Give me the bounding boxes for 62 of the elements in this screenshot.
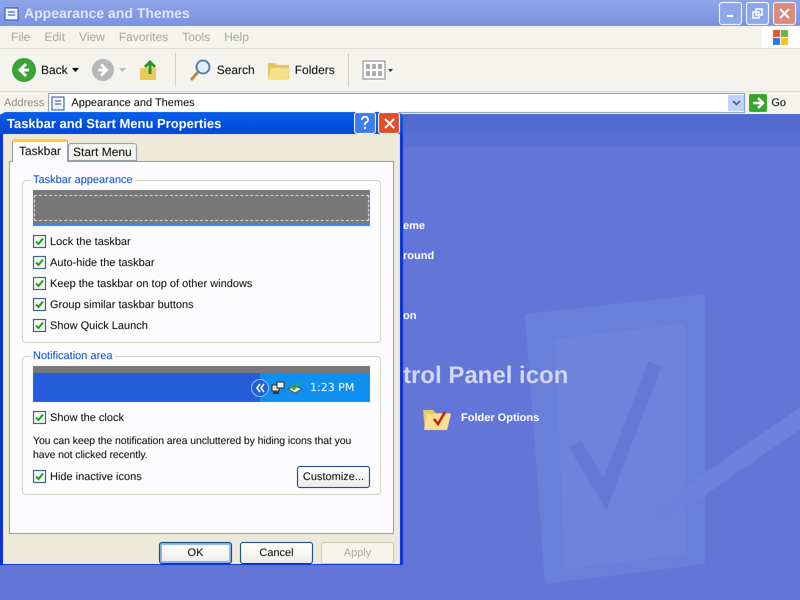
- address-label: Address: [4, 97, 44, 109]
- printer-check-icon: [287, 380, 303, 394]
- close-icon[interactable]: [384, 118, 394, 128]
- close-button[interactable]: [378, 112, 400, 134]
- restore-icon[interactable]: [752, 8, 763, 18]
- option-label: Keep the taskbar on top of other windows: [50, 278, 252, 290]
- dialog-title: Taskbar and Start Menu Properties: [7, 116, 222, 130]
- checkbox[interactable]: [33, 235, 46, 248]
- checkbox-option[interactable]: Lock the taskbar: [33, 231, 131, 252]
- toolbar-label[interactable]: Folders: [294, 63, 335, 77]
- checkbox-option[interactable]: Auto-hide the taskbar: [33, 252, 155, 273]
- dropdown-arrow-icon[interactable]: [72, 68, 79, 72]
- checkbox[interactable]: [33, 470, 46, 483]
- clock-time: 1:23 PM: [310, 381, 354, 394]
- dialog-button[interactable]: OK: [159, 542, 232, 564]
- checkbox-option[interactable]: Show Quick Launch: [33, 315, 148, 336]
- task-link[interactable]: round: [403, 250, 434, 280]
- minimize-button[interactable]: [719, 2, 742, 24]
- option-label: Show Quick Launch: [50, 320, 148, 332]
- option-label: Auto-hide the taskbar: [50, 256, 155, 268]
- option-label: Lock the taskbar: [50, 236, 131, 248]
- address-field[interactable]: Appearance and Themes: [48, 93, 746, 113]
- checkbox[interactable]: [33, 277, 46, 290]
- tab[interactable]: Taskbar: [12, 139, 68, 162]
- windows-flag-logo: [762, 26, 800, 48]
- section-heading: trol Panel icon: [403, 362, 568, 390]
- close-icon[interactable]: [779, 8, 790, 18]
- control-panel-item[interactable]: Folder Options: [461, 412, 540, 424]
- checkbox[interactable]: [33, 411, 46, 424]
- checkbox-option[interactable]: Group similar taskbar buttons: [33, 294, 194, 315]
- window-title: Appearance and Themes: [24, 5, 191, 21]
- restore-button[interactable]: [746, 2, 769, 24]
- option-label: Show the clock: [50, 412, 124, 424]
- control-panel-icon: [51, 95, 68, 111]
- network-computers-icon: [271, 380, 285, 394]
- help-icon[interactable]: [360, 116, 370, 130]
- go-arrow-icon[interactable]: [749, 94, 768, 112]
- checkbox[interactable]: [33, 319, 46, 332]
- chevron-left-icon: [251, 378, 269, 396]
- customize-button[interactable]: Customize...: [297, 466, 370, 488]
- checkbox-option[interactable]: Hide inactive icons: [33, 466, 142, 487]
- checkbox[interactable]: [33, 298, 46, 311]
- close-button[interactable]: [773, 2, 796, 24]
- checkbox[interactable]: [33, 256, 46, 269]
- help-button[interactable]: [354, 112, 376, 134]
- option-label: Group similar taskbar buttons: [50, 298, 194, 310]
- checkbox-option[interactable]: Keep the taskbar on top of other windows: [33, 273, 252, 294]
- go-label[interactable]: Go: [771, 97, 786, 109]
- description-text: You can keep the notification area uncluttered by hiding icons that you have not clicked recently.: [33, 434, 352, 462]
- tab[interactable]: Start Menu: [68, 143, 137, 161]
- option-label: Hide inactive icons: [50, 470, 142, 482]
- dialog-button[interactable]: Cancel: [240, 542, 313, 564]
- group-title: Taskbar appearance: [32, 174, 134, 186]
- views-grid-icon[interactable]: [362, 60, 394, 80]
- checkbox-option[interactable]: Show the clock: [33, 407, 124, 428]
- task-link[interactable]: eme: [403, 220, 426, 250]
- folder-icon: [4, 5, 20, 21]
- task-link[interactable]: on: [403, 310, 416, 340]
- toolbar-label[interactable]: Search: [216, 63, 255, 77]
- toolbar-label[interactable]: Back: [41, 63, 68, 77]
- group-title: Notification area: [32, 350, 114, 362]
- search-icon[interactable]: [188, 58, 213, 82]
